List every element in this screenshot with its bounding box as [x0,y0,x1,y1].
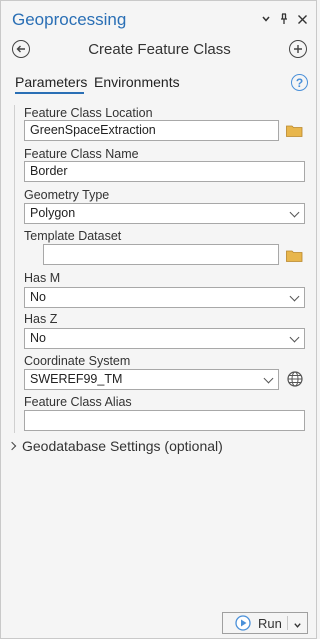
active-tab-indicator [15,92,84,94]
folder-icon[interactable] [286,249,303,267]
run-label: Run [258,615,282,631]
name-label: Feature Class Name [24,147,139,161]
chevron-down-icon [289,291,300,301]
geoprocessing-pane: Geoprocessing Create Feature Class Param… [0,0,317,639]
coord-label: Coordinate System [24,354,131,368]
run-split-divider [287,616,288,630]
run-button[interactable]: Run [222,612,308,634]
pin-icon[interactable] [277,11,291,27]
alias-input[interactable] [24,410,305,431]
hasz-value: No [30,331,46,345]
geodatabase-settings-toggle[interactable]: Geodatabase Settings (optional) [7,438,223,454]
chevron-down-icon [263,373,274,383]
template-label: Template Dataset [24,229,122,243]
add-plus-icon[interactable] [289,40,307,58]
hasm-select[interactable]: No [24,287,305,308]
back-arrow-icon[interactable] [12,40,30,58]
hasm-label: Has M [24,271,61,285]
location-input[interactable]: GreenSpaceExtraction [24,120,279,141]
globe-icon[interactable] [287,371,303,392]
geometry-label: Geometry Type [24,188,110,202]
chevron-down-icon[interactable] [259,11,273,27]
play-icon [235,615,251,631]
close-icon[interactable] [295,11,309,27]
location-label: Feature Class Location [24,106,153,120]
tab-environments[interactable]: Environments [94,74,180,90]
chevron-down-icon [289,332,300,342]
hasz-select[interactable]: No [24,328,305,349]
coord-value: SWEREF99_TM [30,372,123,386]
folder-icon[interactable] [286,124,303,142]
name-input[interactable]: Border [24,161,305,182]
template-input[interactable] [43,244,279,265]
help-icon[interactable]: ? [291,74,308,91]
hasz-label: Has Z [24,312,58,326]
chevron-down-icon[interactable] [293,618,302,633]
chevron-right-icon [7,441,17,451]
tool-title: Create Feature Class [88,41,231,58]
hasm-value: No [30,290,46,304]
geometry-select[interactable]: Polygon [24,203,305,224]
alias-label: Feature Class Alias [24,395,132,409]
tab-parameters[interactable]: Parameters [15,74,87,90]
coord-select[interactable]: SWEREF99_TM [24,369,279,390]
pane-title: Geoprocessing [12,10,127,29]
chevron-down-icon [289,207,300,217]
parameters-divider [14,105,15,433]
geometry-value: Polygon [30,206,76,220]
geodatabase-settings-label: Geodatabase Settings (optional) [22,438,223,454]
